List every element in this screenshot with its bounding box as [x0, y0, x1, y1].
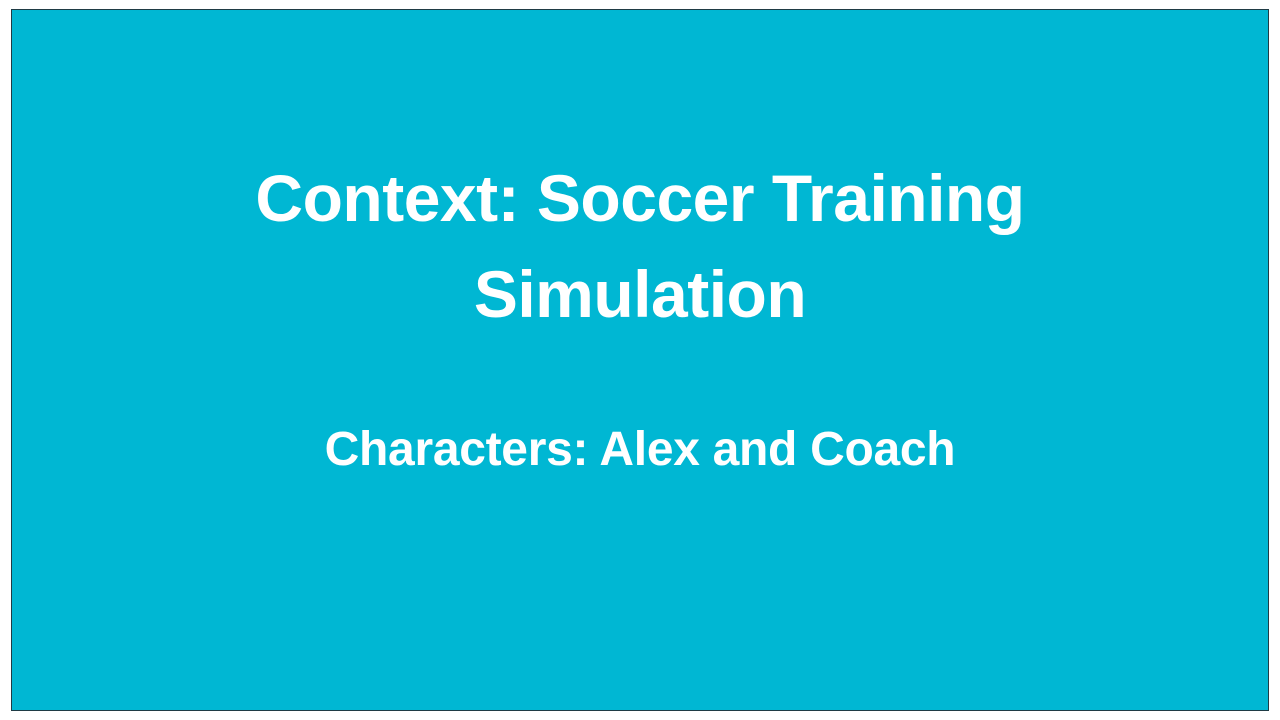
slide-title-line-1: Context: Soccer Training — [255, 161, 1025, 235]
slide: Context: Soccer Training Simulation Char… — [11, 9, 1269, 711]
slide-title-line-2: Simulation — [473, 257, 807, 331]
slide-subtitle: Characters: Alex and Coach — [324, 423, 956, 476]
slide-title: Context: Soccer Training Simulation — [12, 150, 1268, 342]
